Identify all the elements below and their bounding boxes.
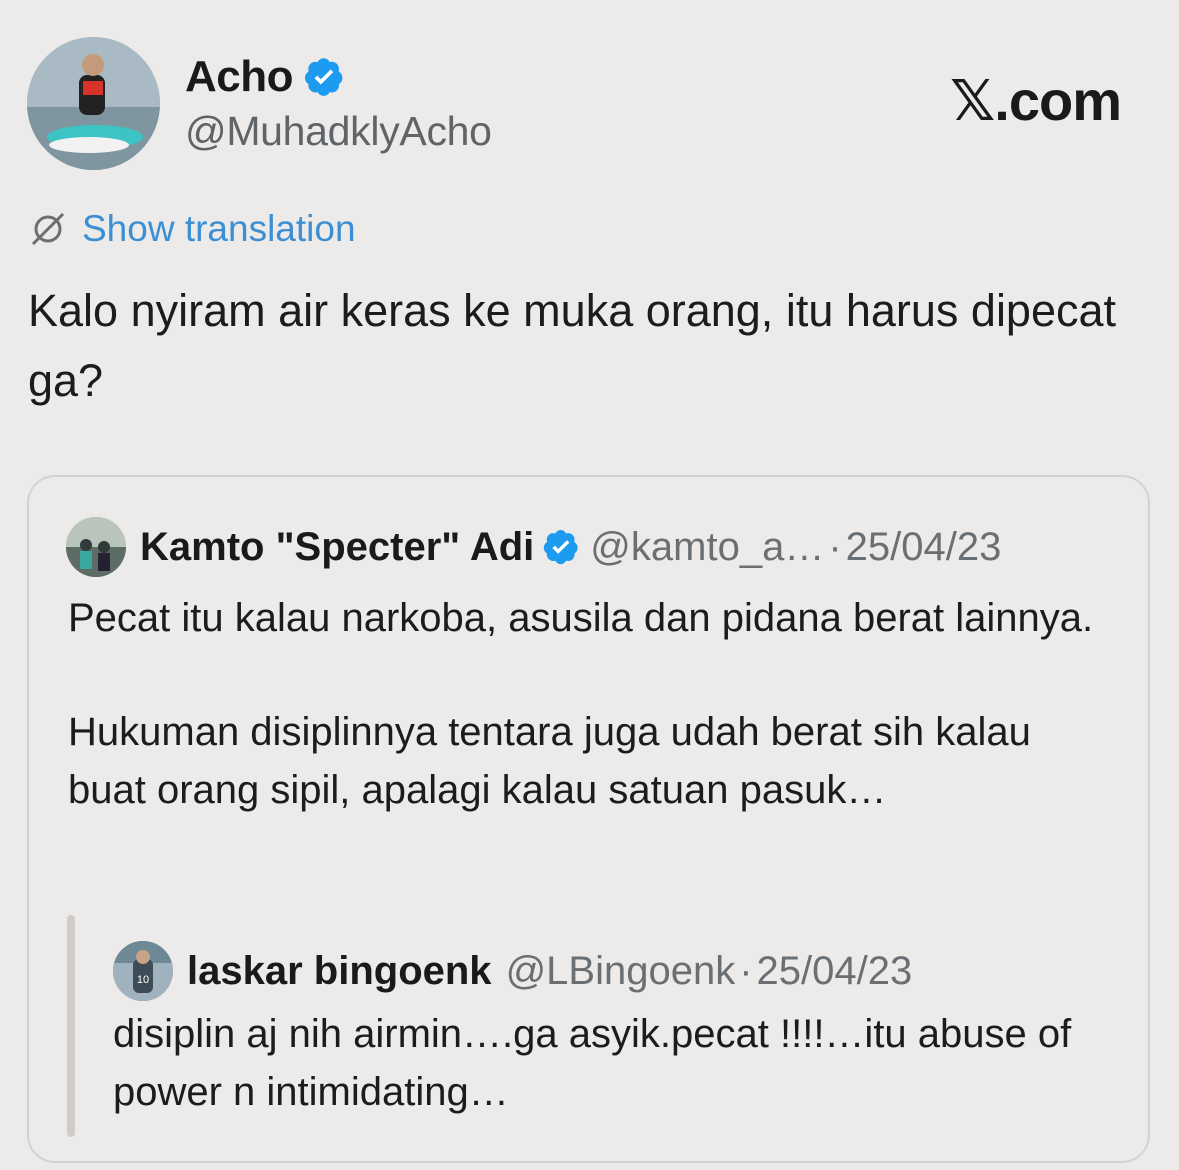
nested-quote-text: disiplin aj nih airmin….ga asyik.pecat !… bbox=[113, 1012, 1072, 1114]
nested-quoted-tweet[interactable]: 10 laskar bingoenk @LBingoenk · 25/04/23… bbox=[67, 915, 1117, 1137]
quote-text-paragraph-1: Pecat itu kalau narkoba, asusila dan pid… bbox=[68, 596, 1094, 640]
author-handle[interactable]: @MuhadklyAcho bbox=[185, 108, 492, 155]
dot-separator: · bbox=[739, 948, 753, 993]
dot-separator: · bbox=[828, 524, 842, 569]
quote-date[interactable]: 25/04/23 bbox=[846, 525, 1002, 570]
show-translation-label[interactable]: Show translation bbox=[82, 208, 356, 250]
quote-text: Pecat itu kalau narkoba, asusila dan pid… bbox=[68, 589, 1108, 819]
quoted-tweet-card[interactable]: Kamto "Specter" Adi @kamto_a… · 25/04/23… bbox=[27, 475, 1150, 1163]
tweet-text: Kalo nyiram air keras ke muka orang, itu… bbox=[28, 285, 1117, 406]
author-avatar[interactable] bbox=[27, 37, 160, 170]
show-translation-button[interactable]: Show translation bbox=[28, 208, 356, 250]
verified-badge-icon bbox=[304, 58, 343, 96]
translate-globe-icon bbox=[31, 212, 65, 246]
verified-badge-icon bbox=[544, 530, 578, 565]
quote-text-paragraph-2: Hukuman disiplinnya tentara juga udah be… bbox=[68, 710, 1031, 812]
nested-author-name[interactable]: laskar bingoenk bbox=[187, 949, 492, 994]
svg-text:10: 10 bbox=[137, 974, 149, 986]
quote-author-handle[interactable]: @kamto_a… bbox=[590, 525, 824, 570]
nested-date[interactable]: 25/04/23 bbox=[757, 949, 913, 994]
nested-author-handle[interactable]: @LBingoenk bbox=[506, 949, 736, 994]
quote-author-name[interactable]: Kamto "Specter" Adi bbox=[140, 525, 534, 570]
nested-author-avatar[interactable]: 10 bbox=[113, 941, 173, 1001]
quote-author-avatar[interactable] bbox=[66, 517, 126, 577]
author-name[interactable]: Acho bbox=[185, 52, 294, 102]
thread-line bbox=[67, 915, 75, 1137]
x-brand-logo: 𝕏.com bbox=[950, 69, 1122, 132]
